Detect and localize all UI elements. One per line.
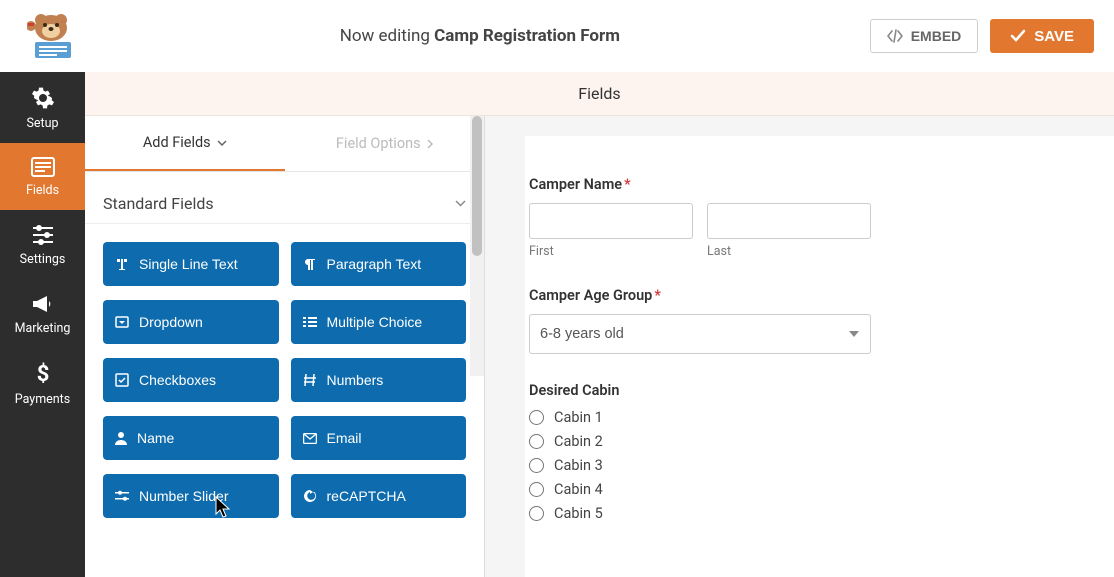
scrollbar-track[interactable] [470, 116, 484, 376]
field-dropdown[interactable]: Dropdown [103, 300, 279, 344]
sidebar-item-fields[interactable]: Fields [0, 143, 85, 210]
checkbox-icon [115, 373, 129, 387]
field-recaptcha[interactable]: reCAPTCHA [291, 474, 467, 518]
section-standard-fields[interactable]: Standard Fields [85, 172, 484, 224]
embed-button[interactable]: EMBED [870, 19, 979, 53]
field-single-line-text[interactable]: Single Line Text [103, 242, 279, 286]
top-header: Now editing Camp Registration Form EMBED… [0, 0, 1114, 72]
scrollbar-thumb[interactable] [472, 116, 482, 256]
field-camper-name: Camper Name* First Last [529, 176, 1114, 259]
field-multiple-choice[interactable]: Multiple Choice [291, 300, 467, 344]
google-icon [303, 489, 317, 503]
megaphone-icon [31, 293, 55, 315]
age-group-label: Camper Age Group* [529, 287, 1114, 304]
first-name-input[interactable] [529, 203, 693, 239]
fields-header: Fields [85, 72, 1114, 116]
form-icon [31, 157, 55, 177]
radio-cabin-3[interactable]: Cabin 3 [529, 457, 1114, 474]
chevron-right-icon [427, 139, 433, 149]
desired-cabin-label: Desired Cabin [529, 382, 1114, 399]
field-age-group: Camper Age Group* 6-8 years old [529, 287, 1114, 354]
field-desired-cabin: Desired Cabin Cabin 1 Cabin 2 Cabin 3 Ca… [529, 382, 1114, 522]
code-icon [887, 29, 903, 43]
field-email[interactable]: Email [291, 416, 467, 460]
tab-field-options[interactable]: Field Options [285, 116, 485, 171]
radio-cabin-4[interactable]: Cabin 4 [529, 481, 1114, 498]
tab-add-fields[interactable]: Add Fields [85, 116, 285, 171]
dollar-icon: $ [34, 362, 52, 386]
text-icon [115, 257, 129, 271]
sidebar-item-setup[interactable]: Setup [0, 72, 85, 143]
paragraph-icon [303, 257, 317, 271]
sidebar-item-payments[interactable]: $ Payments [0, 348, 85, 419]
save-button[interactable]: SAVE [990, 19, 1094, 53]
fields-panel: Add Fields Field Options Standard Fields… [85, 116, 485, 577]
gear-icon [31, 86, 55, 110]
form-preview: Camper Name* First Last Camper Age Grou [485, 116, 1114, 577]
sliders-icon [31, 224, 55, 246]
last-sublabel: Last [707, 244, 871, 259]
field-numbers[interactable]: Numbers [291, 358, 467, 402]
page-title: Now editing Camp Registration Form [90, 26, 870, 46]
chevron-down-icon [217, 140, 227, 146]
app-logo [20, 12, 90, 60]
field-number-slider[interactable]: Number Slider [103, 474, 279, 518]
svg-text:$: $ [36, 362, 49, 386]
check-icon [1010, 29, 1026, 43]
dropdown-icon [115, 316, 129, 328]
sidebar: Setup Fields Settings Marketing $ Paymen… [0, 72, 85, 577]
camper-name-label: Camper Name* [529, 176, 1114, 193]
field-checkboxes[interactable]: Checkboxes [103, 358, 279, 402]
radio-cabin-1[interactable]: Cabin 1 [529, 409, 1114, 426]
sidebar-item-settings[interactable]: Settings [0, 210, 85, 279]
last-name-input[interactable] [707, 203, 871, 239]
slider-icon [115, 490, 129, 502]
radio-cabin-5[interactable]: Cabin 5 [529, 505, 1114, 522]
radio-cabin-2[interactable]: Cabin 2 [529, 433, 1114, 450]
field-paragraph-text[interactable]: Paragraph Text [291, 242, 467, 286]
email-icon [303, 433, 317, 444]
chevron-down-icon [455, 200, 466, 207]
age-group-select[interactable]: 6-8 years old [529, 314, 871, 354]
list-icon [303, 316, 317, 328]
hash-icon [303, 373, 317, 387]
user-icon [115, 431, 127, 445]
sidebar-item-marketing[interactable]: Marketing [0, 279, 85, 348]
field-name[interactable]: Name [103, 416, 279, 460]
first-sublabel: First [529, 244, 693, 259]
